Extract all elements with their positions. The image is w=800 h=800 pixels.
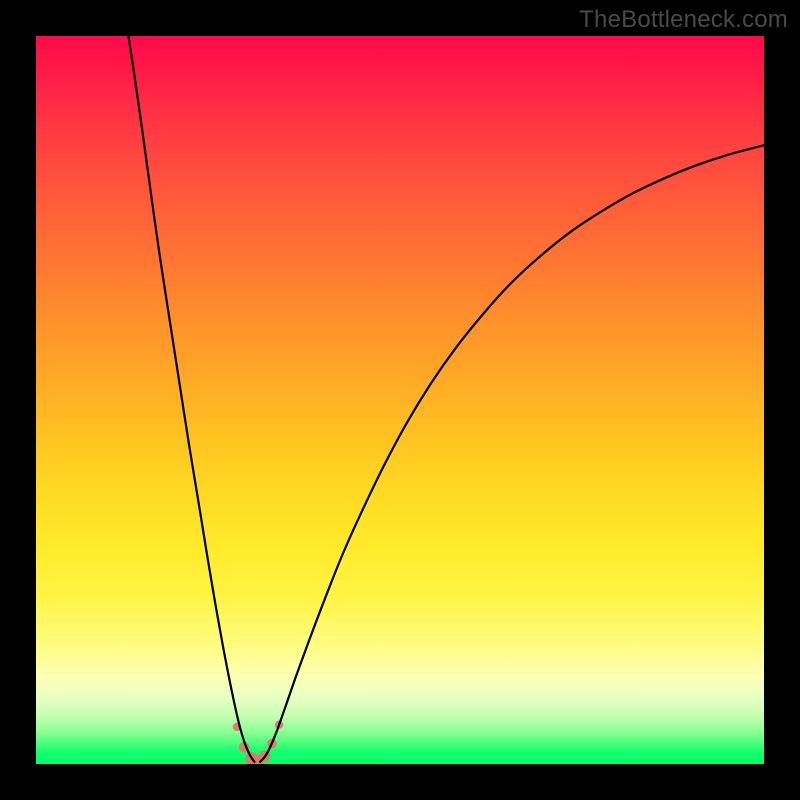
watermark-text: TheBottleneck.com [579,6,788,34]
chart-frame: TheBottleneck.com [0,0,800,800]
curve-overlay [36,36,764,764]
curve-left [128,36,254,762]
curve-right [260,145,764,762]
plot-area [36,36,764,764]
